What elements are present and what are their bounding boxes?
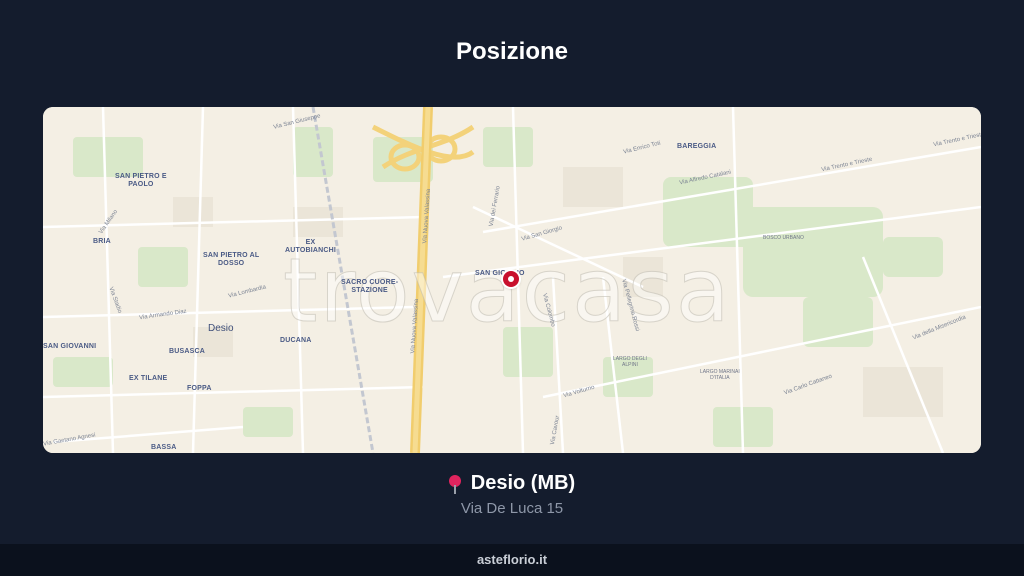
map-pin-icon <box>448 475 461 494</box>
location-heading: Desio (MB) <box>0 472 1024 495</box>
map-label-ducana: DUCANA <box>280 337 312 344</box>
map-label-bria: BRIA <box>93 238 111 245</box>
footer: asteflorio.it <box>0 544 1024 576</box>
map-label-largo-alpini: LARGO DEGLI ALPINI <box>613 356 647 368</box>
map-label-san-pietro-dosso: SAN PIETRO AL DOSSO <box>203 252 260 267</box>
map-view[interactable]: trovacasa SAN PIETRO E PAOLO BRIA SAN PI… <box>43 107 981 453</box>
map-label-san-giovanni: SAN GIOVANNI <box>43 343 97 350</box>
map-label-largo-marinai: LARGO MARINAI D'ITALIA <box>700 369 740 381</box>
page-title: Posizione <box>455 38 569 65</box>
map-label-ex-autobianchi: EX AUTOBIANCHI <box>285 239 337 254</box>
map-label-bassa: BASSA <box>151 444 177 451</box>
map-label-sacro-cuore: SACRO CUORE- STAZIONE <box>341 279 399 294</box>
map-label-busasca: BUSASCA <box>169 348 206 355</box>
location-address: Via De Luca 15 <box>460 500 564 517</box>
location-name: Desio (MB) <box>470 472 576 494</box>
map-label-ex-tilane: EX TILANE <box>129 375 168 382</box>
map-label-foppa: FOPPA <box>187 385 212 392</box>
map-label-san-pietro-paolo: SAN PIETRO E PAOLO <box>115 173 167 188</box>
map-label-bareggia: BAREGGIA <box>677 143 717 150</box>
map-label-bosco-urbano: BOSCO URBANO <box>763 235 804 241</box>
map-marker-icon[interactable] <box>503 271 519 287</box>
map-label-desio: Desio <box>208 323 234 334</box>
footer-site-link[interactable]: asteflorio.it <box>0 544 1024 576</box>
